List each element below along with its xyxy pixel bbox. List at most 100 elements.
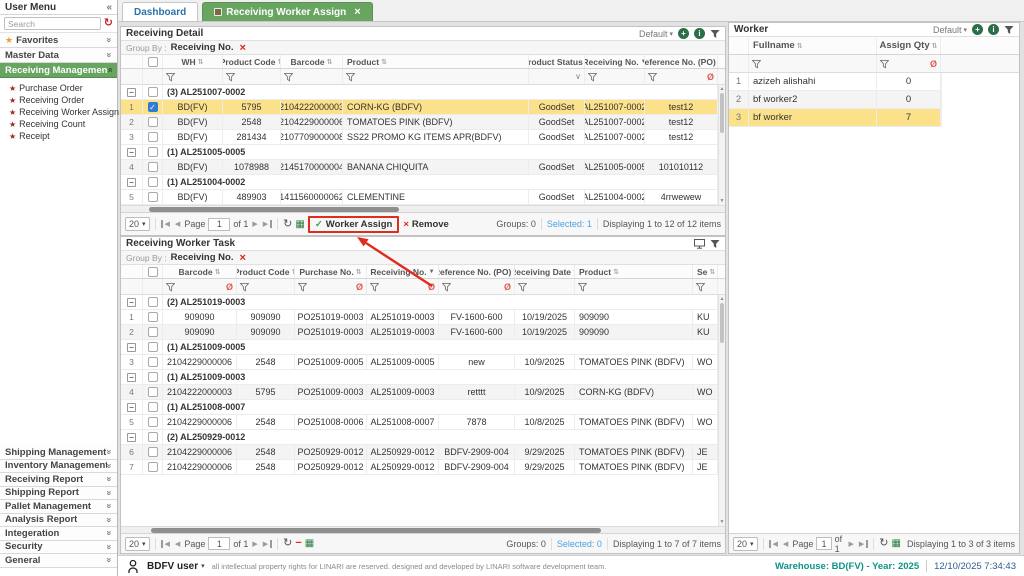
- column-header-receiving-date[interactable]: Receiving Date⇅: [515, 265, 575, 278]
- clear-filter-icon[interactable]: Ø: [428, 282, 435, 292]
- collapse-sidebar-icon[interactable]: «: [106, 2, 112, 13]
- first-page-button[interactable]: ◀: [769, 540, 779, 548]
- group-row[interactable]: −(1) AL251004-0002: [121, 175, 725, 190]
- table-row[interactable]: 3BD(FV)2814342107709000008SS22 PROMO KG …: [121, 130, 725, 145]
- collapse-icon[interactable]: −: [127, 343, 136, 352]
- clear-filter-icon[interactable]: Ø: [226, 282, 233, 292]
- row-checkbox[interactable]: [148, 387, 158, 397]
- column-header-product-status[interactable]: Product Status⇅: [529, 55, 585, 68]
- sidebar-item-receiving-worker-assign[interactable]: ★ Receiving Worker Assign: [9, 106, 117, 118]
- select-all-cell[interactable]: [143, 265, 163, 278]
- group-checkbox[interactable]: [148, 372, 158, 382]
- group-collapse-cell[interactable]: −: [121, 430, 143, 444]
- sidebar-section-integeration[interactable]: Integeration »: [0, 527, 117, 541]
- info-button[interactable]: i: [988, 24, 999, 35]
- worker-assign-button[interactable]: ✓ Worker Assign: [308, 216, 400, 233]
- group-row[interactable]: −(2) AL250929-0012: [121, 430, 725, 445]
- row-checkbox[interactable]: ✓: [148, 102, 158, 112]
- group-collapse-cell[interactable]: −: [121, 370, 143, 384]
- filter-funnel-icon[interactable]: [298, 282, 307, 292]
- table-row[interactable]: 521042290000062548PO251008-0006AL251008-…: [121, 415, 725, 430]
- column-header-reference-no-po[interactable]: Reference No. (PO)⇅: [439, 265, 515, 278]
- sidebar-item-receipt[interactable]: ★ Receipt: [9, 130, 117, 142]
- group-checkbox[interactable]: [148, 147, 158, 157]
- sidebar-section-receiving-management[interactable]: Receiving Management »: [0, 63, 117, 78]
- collapse-icon[interactable]: −: [127, 298, 136, 307]
- table-row[interactable]: 2bf worker20: [729, 91, 942, 109]
- filter-funnel-icon[interactable]: [284, 72, 293, 82]
- remove-grouping-icon[interactable]: ×: [239, 43, 245, 53]
- group-row[interactable]: −(3) AL251007-0002: [121, 85, 725, 100]
- scroll-up-icon[interactable]: ▲: [719, 296, 725, 302]
- filter-funnel-icon[interactable]: [588, 72, 597, 82]
- row-checkbox[interactable]: [148, 132, 158, 142]
- collapse-icon[interactable]: −: [127, 373, 136, 382]
- horizontal-scrollbar[interactable]: [121, 526, 725, 533]
- filter-funnel-icon[interactable]: [578, 282, 587, 292]
- column-header-product-code[interactable]: Product Code⇅: [237, 265, 295, 278]
- group-collapse-cell[interactable]: −: [121, 295, 143, 309]
- table-row[interactable]: 3bf worker7: [729, 109, 942, 127]
- collapse-icon[interactable]: −: [127, 178, 136, 187]
- row-checkbox[interactable]: [148, 312, 158, 322]
- group-checkbox[interactable]: [148, 402, 158, 412]
- scroll-down-icon[interactable]: ▼: [719, 198, 725, 204]
- first-page-button[interactable]: ◀: [161, 220, 171, 228]
- group-checkbox[interactable]: [148, 297, 158, 307]
- column-header-se[interactable]: Se⇅: [693, 265, 718, 278]
- sidebar-section-pallet-management[interactable]: Pallet Management »: [0, 500, 117, 514]
- filter-funnel-icon[interactable]: [166, 72, 175, 82]
- prev-page-button[interactable]: ◀: [174, 220, 181, 228]
- filter-funnel-icon[interactable]: [880, 59, 889, 69]
- page-size-select[interactable]: 20 ▾: [125, 217, 150, 231]
- user-menu-button[interactable]: BDFV user ▾: [147, 561, 205, 572]
- group-row[interactable]: −(1) AL251008-0007: [121, 400, 725, 415]
- view-selector[interactable]: Default ▾: [933, 25, 967, 35]
- excel-export-icon[interactable]: ▦: [891, 538, 900, 549]
- remove-row-icon[interactable]: −: [295, 538, 301, 549]
- row-checkbox-cell[interactable]: [143, 160, 163, 174]
- group-row[interactable]: −(1) AL251009-0003: [121, 370, 725, 385]
- collapse-icon[interactable]: −: [127, 433, 136, 442]
- sidebar-item-receiving-order[interactable]: ★ Receiving Order: [9, 94, 117, 106]
- column-header-product[interactable]: Product⇅: [343, 55, 529, 68]
- add-button[interactable]: +: [972, 24, 983, 35]
- filter-funnel-icon[interactable]: [226, 72, 235, 82]
- group-checkbox[interactable]: [148, 87, 158, 97]
- table-row[interactable]: 421042220000035795PO251009-0003AL251009-…: [121, 385, 725, 400]
- filter-funnel-icon[interactable]: [752, 59, 761, 69]
- table-row[interactable]: 4BD(FV)10789882145170000004BANANA CHIQUI…: [121, 160, 725, 175]
- clear-filter-icon[interactable]: Ø: [930, 59, 937, 69]
- filter-icon[interactable]: [1004, 25, 1014, 35]
- remove-grouping-icon[interactable]: ×: [239, 253, 245, 263]
- clear-filter-icon[interactable]: Ø: [707, 72, 714, 82]
- row-checkbox[interactable]: [148, 162, 158, 172]
- sidebar-section-analysis-report[interactable]: Analysis Report »: [0, 514, 117, 528]
- tab-dashboard[interactable]: Dashboard: [122, 2, 198, 21]
- page-number-input[interactable]: 1: [208, 537, 230, 550]
- column-header-purchase-no[interactable]: Purchase No.⇅: [295, 265, 367, 278]
- row-checkbox-cell[interactable]: [143, 115, 163, 129]
- row-checkbox[interactable]: [148, 447, 158, 457]
- group-row[interactable]: −(1) AL251005-0005: [121, 145, 725, 160]
- view-selector[interactable]: Default ▾: [639, 29, 673, 39]
- group-collapse-cell[interactable]: −: [121, 85, 143, 99]
- select-all-cell[interactable]: [143, 55, 163, 68]
- horizontal-scrollbar[interactable]: [121, 205, 725, 212]
- next-page-button[interactable]: ▶: [251, 220, 258, 228]
- filter-funnel-icon[interactable]: [696, 282, 705, 292]
- filter-dropdown-icon[interactable]: ∨: [575, 72, 581, 81]
- page-size-select[interactable]: 20 ▾: [125, 537, 150, 551]
- add-button[interactable]: +: [678, 28, 689, 39]
- table-row[interactable]: 321042290000062548PO251009-0005AL251009-…: [121, 355, 725, 370]
- column-header-fullname[interactable]: Fullname⇅: [749, 37, 877, 54]
- row-checkbox[interactable]: [148, 357, 158, 367]
- group-checkbox[interactable]: [148, 177, 158, 187]
- row-checkbox-cell[interactable]: [143, 445, 163, 459]
- group-row[interactable]: −(2) AL251019-0003: [121, 295, 725, 310]
- refresh-icon[interactable]: ↻: [283, 219, 292, 230]
- row-checkbox-cell[interactable]: [143, 355, 163, 369]
- page-number-input[interactable]: 1: [816, 537, 831, 550]
- refresh-icon[interactable]: ↻: [283, 538, 292, 549]
- search-input[interactable]: [4, 17, 101, 30]
